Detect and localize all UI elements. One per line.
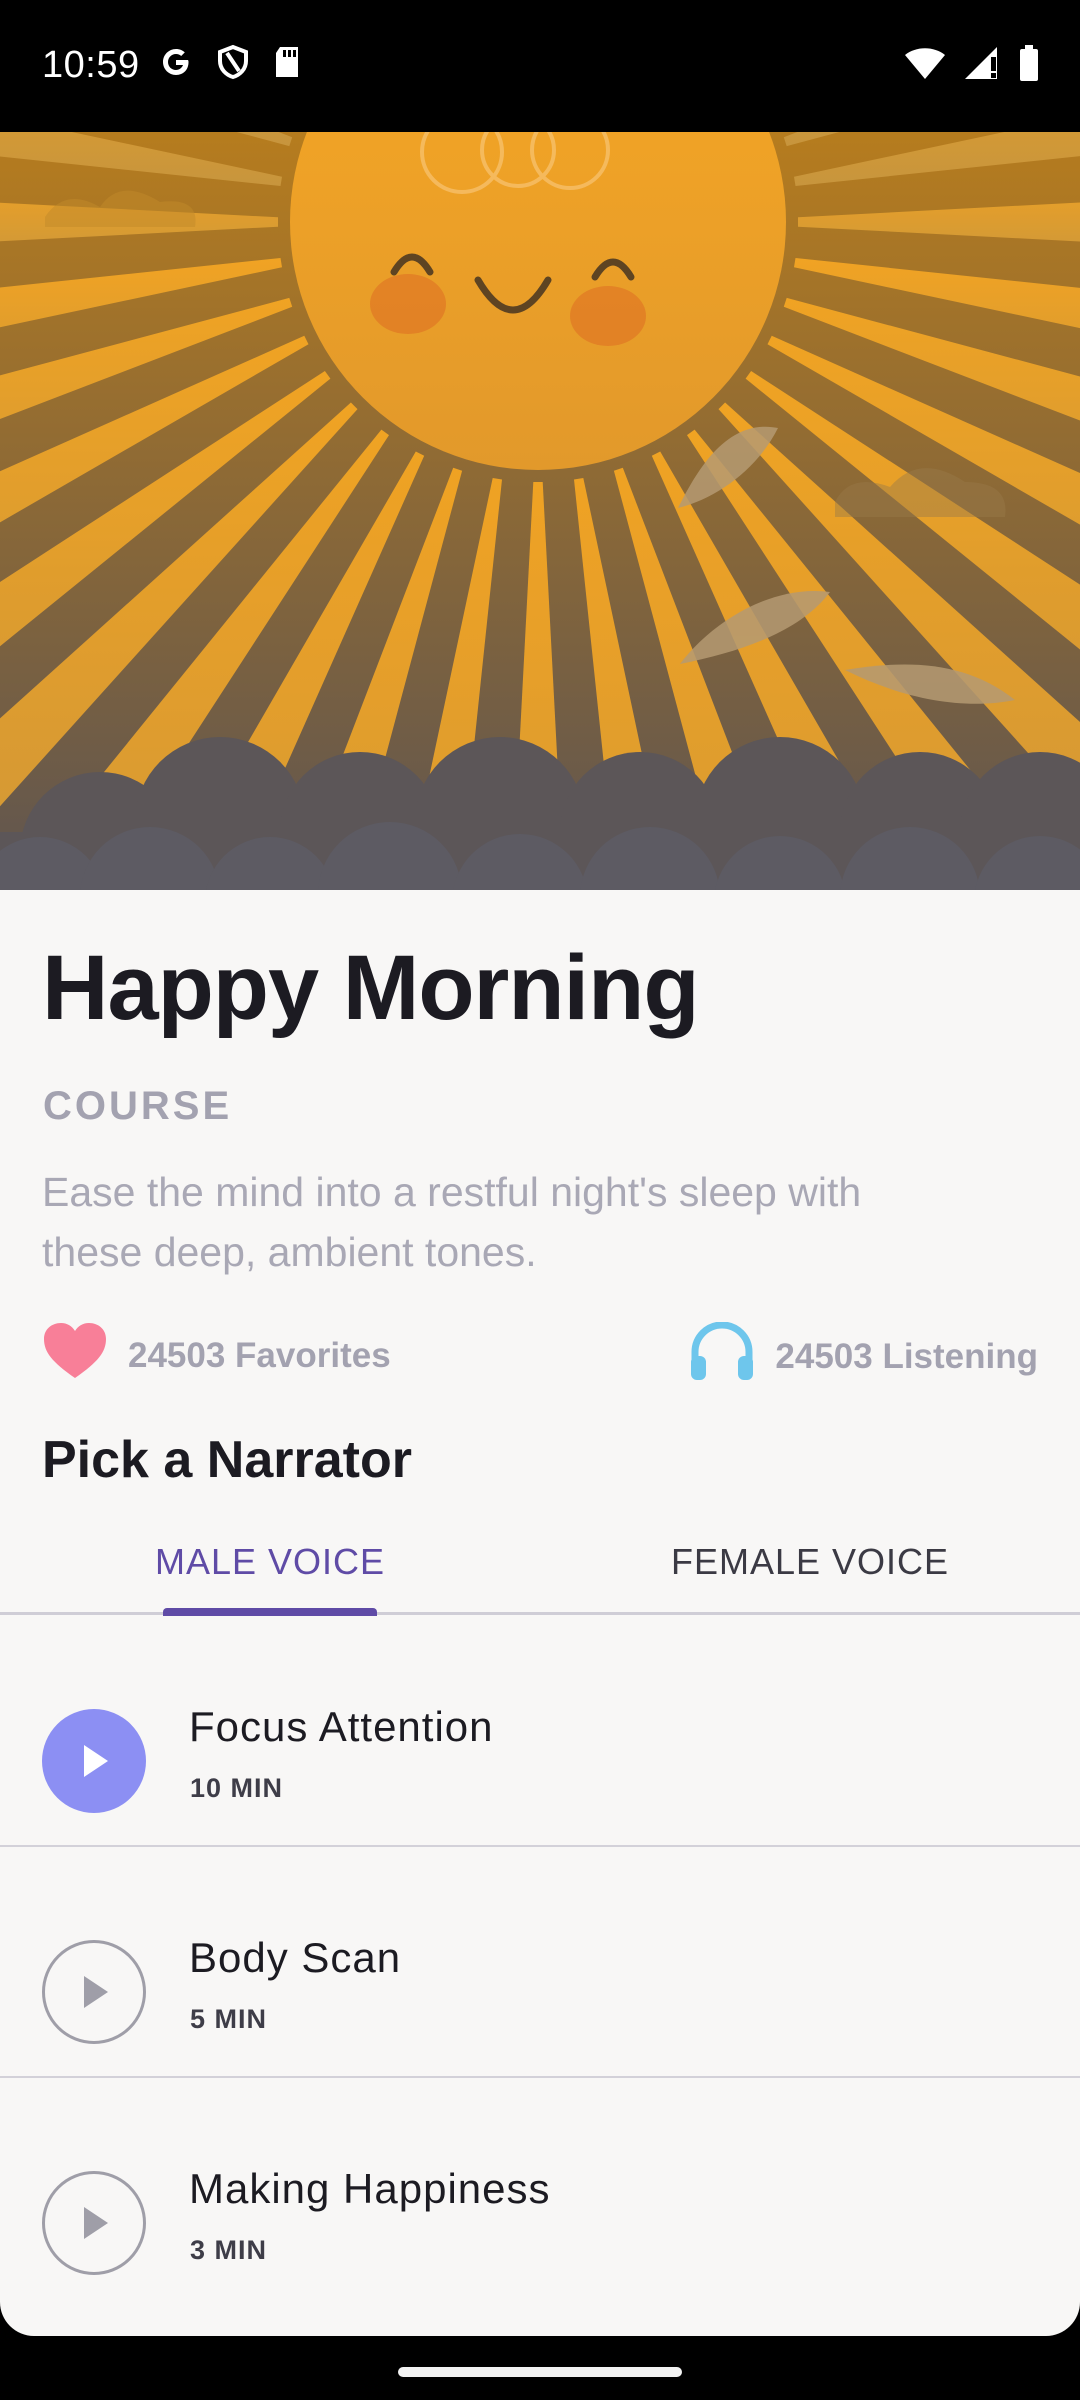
track-name: Focus Attention (189, 1703, 494, 1750)
track-name: Making Happiness (189, 2165, 551, 2212)
system-navigation-bar (0, 2336, 1080, 2400)
track-item[interactable]: Body Scan 5 MIN (0, 1846, 1080, 2078)
narrator-tabs: MALE VOICE FEMALE VOICE (0, 1512, 1080, 1616)
play-icon (84, 1976, 108, 2008)
play-button[interactable] (42, 1709, 146, 1813)
listening-count: 24503 Listening (775, 1336, 1038, 1376)
play-button[interactable] (42, 2171, 146, 2275)
heart-icon (42, 1322, 108, 1389)
home-gesture-handle[interactable] (398, 2367, 682, 2377)
course-description: Ease the mind into a restful night's sle… (42, 1169, 862, 1275)
play-icon (84, 1745, 108, 1777)
course-details: Happy Morning COURSE Ease the mind into … (0, 890, 1080, 2336)
play-button[interactable] (42, 1940, 146, 2044)
headphones-icon (689, 1321, 755, 1391)
wifi-icon (904, 45, 946, 86)
favorites-stat: 24503 Favorites (42, 1322, 391, 1389)
shield-icon (216, 44, 250, 85)
page-title: Happy Morning (42, 937, 700, 1039)
track-item[interactable]: Focus Attention 10 MIN (0, 1615, 1080, 1847)
track-length: 3 MIN (190, 2235, 268, 2265)
tab-female-voice[interactable]: FEMALE VOICE (540, 1512, 1080, 1612)
track-item[interactable]: Making Happiness 3 MIN (0, 2077, 1080, 2307)
sd-card-icon (272, 44, 302, 85)
google-icon (158, 44, 194, 85)
cell-signal-icon (964, 45, 1000, 86)
favorites-count: 24503 Favorites (128, 1335, 391, 1375)
track-name: Body Scan (189, 1934, 402, 1981)
track-length: 5 MIN (190, 2004, 268, 2034)
play-icon (84, 2207, 108, 2239)
battery-icon (1018, 44, 1040, 87)
status-time: 10:59 (42, 44, 140, 86)
sun-illustration (0, 132, 1080, 890)
course-type-label: COURSE (43, 1084, 233, 1128)
status-bar: 10:59 (0, 0, 1080, 132)
track-length: 10 MIN (190, 1773, 284, 1803)
hero-illustration (0, 132, 1080, 890)
tab-male-voice[interactable]: MALE VOICE (0, 1512, 540, 1612)
narrator-heading: Pick a Narrator (42, 1431, 412, 1489)
listening-stat: 24503 Listening (689, 1321, 1038, 1391)
